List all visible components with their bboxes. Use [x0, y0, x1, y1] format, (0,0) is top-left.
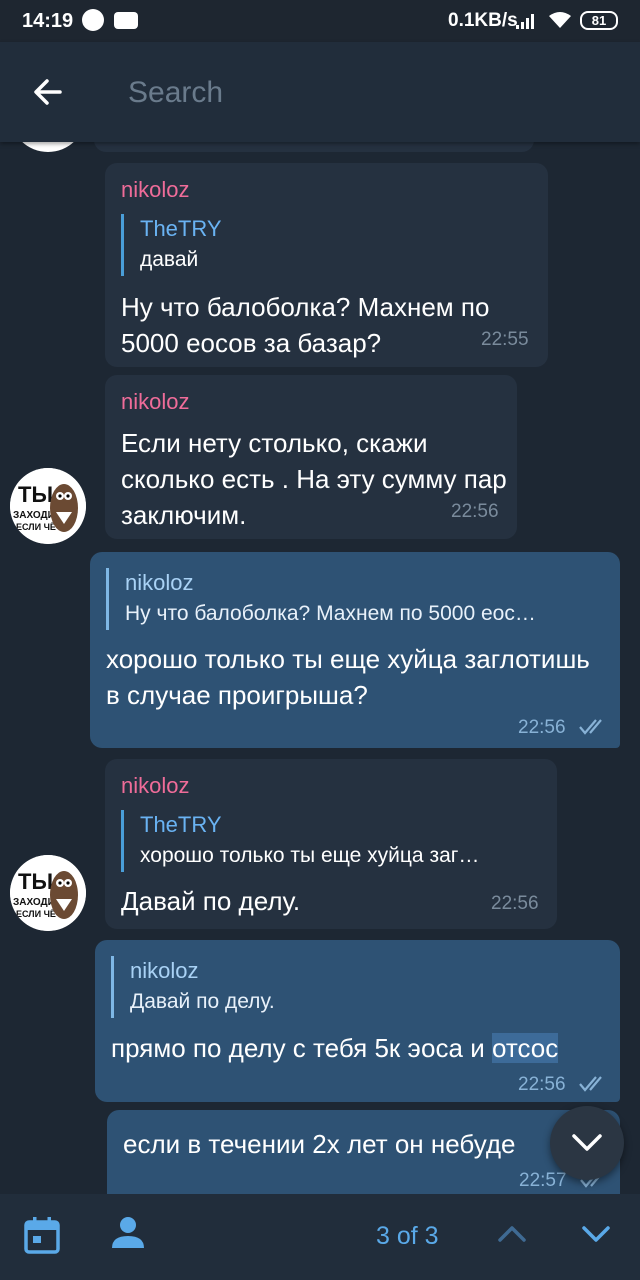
message-bubble-outgoing[interactable]: nikoloz Ну что балоболка? Махнем по 5000… [90, 552, 620, 748]
reply-quote[interactable]: TheTRY давай [121, 214, 521, 276]
svg-text:ЗАХОДИ: ЗАХОДИ [13, 897, 55, 908]
avatar[interactable] [10, 142, 86, 152]
message-bubble[interactable]: nikoloz Если нету столько, скажи сколько… [105, 375, 517, 539]
read-checks-icon [579, 1076, 602, 1092]
sender-avatar[interactable]: ТЫ ЗАХОДИ ЕСЛИ ЧЁ [10, 468, 86, 544]
message-text-part: прямо по делу с тебя 5к эоса и [111, 1033, 492, 1063]
message-time: 22:56 [518, 717, 566, 738]
chat-area[interactable]: nikoloz TheTRY давай Ну что балоболка? М… [0, 142, 640, 1194]
reply-text: Давай по делу. [130, 990, 275, 1013]
search-header [0, 42, 640, 142]
search-highlight: отсос [491, 1033, 559, 1063]
signal-icon [516, 14, 534, 29]
avatar-sticker-image: ТЫ ЗАХОДИ ЕСЛИ ЧЁ [10, 855, 86, 931]
svg-text:ЕСЛИ ЧЁ: ЕСЛИ ЧЁ [16, 909, 56, 919]
status-bar: 14:19 0.1KB/s 81 [0, 0, 640, 42]
reply-text: Ну что балоболка? Махнем по 5000 еос… [125, 602, 536, 625]
read-checks-icon [579, 719, 602, 735]
youtube-notification-icon [114, 12, 138, 29]
message-bubble-outgoing[interactable]: nikoloz Давай по делу. прямо по делу с т… [95, 940, 620, 1102]
sender-name[interactable]: nikoloz [121, 389, 189, 415]
message-time: 22:56 [518, 1074, 566, 1095]
message-time: 22:56 [451, 501, 499, 522]
reply-sender-name: nikoloz [130, 958, 199, 983]
message-text: Давай по делу. [121, 886, 301, 916]
user-icon[interactable] [110, 1214, 146, 1250]
reply-quote[interactable]: nikoloz Давай по делу. [111, 956, 601, 1018]
message-time: 22:57 [519, 1170, 567, 1191]
chevron-up-icon[interactable] [496, 1220, 528, 1248]
svg-text:ЗАХОДИ: ЗАХОДИ [13, 510, 55, 521]
reply-quote[interactable]: nikoloz Ну что балоболка? Махнем по 5000… [106, 568, 606, 630]
message-text: Ну что балоболка? Махнем по 5000 еосов з… [121, 292, 490, 358]
svg-text:ТЫ: ТЫ [18, 482, 53, 507]
message-bubble-partial[interactable] [94, 142, 534, 152]
message-text: если в течении 2х лет он небуде [123, 1129, 516, 1159]
reply-text: давай [140, 248, 199, 271]
avatar-sticker-image: ТЫ ЗАХОДИ ЕСЛИ ЧЁ [10, 468, 86, 544]
sender-name[interactable]: nikoloz [121, 177, 189, 203]
svg-text:ЕСЛИ ЧЁ: ЕСЛИ ЧЁ [16, 522, 56, 532]
message-bubble[interactable]: nikoloz TheTRY хорошо только ты еще хуйц… [105, 759, 557, 929]
message-time: 22:55 [481, 329, 529, 350]
battery-indicator: 81 [580, 11, 618, 30]
message-text: прямо по делу с тебя 5к эоса и отсос [111, 1030, 611, 1066]
sender-avatar[interactable]: ТЫ ЗАХОДИ ЕСЛИ ЧЁ [10, 855, 86, 931]
chevron-down-icon [572, 1134, 602, 1151]
back-arrow-icon[interactable] [30, 74, 66, 110]
status-time: 14:19 [22, 10, 74, 32]
message-text: хорошо только ты еще хуйца заглотишь в с… [106, 644, 590, 710]
reply-sender-name: TheTRY [140, 812, 222, 837]
sender-name[interactable]: nikoloz [121, 773, 189, 799]
reply-text: хорошо только ты еще хуйца заг… [140, 844, 480, 867]
message-time: 22:56 [491, 893, 539, 914]
network-speed: 0.1KB/s [448, 10, 518, 31]
chevron-down-icon[interactable] [580, 1220, 612, 1248]
search-navigation-bar: 3 of 3 [0, 1194, 640, 1280]
telegram-notification-icon [82, 9, 104, 31]
calendar-icon[interactable] [24, 1216, 60, 1254]
wifi-icon [549, 12, 571, 28]
scroll-down-button[interactable] [550, 1106, 624, 1180]
reply-sender-name: TheTRY [140, 216, 222, 241]
message-bubble[interactable]: nikoloz TheTRY давай Ну что балоболка? М… [105, 163, 548, 367]
svg-text:ТЫ: ТЫ [18, 869, 53, 894]
reply-sender-name: nikoloz [125, 570, 194, 595]
reply-quote[interactable]: TheTRY хорошо только ты еще хуйца заг… [121, 810, 541, 872]
search-input[interactable] [128, 68, 608, 118]
message-bubble-outgoing[interactable]: если в течении 2х лет он небуде 22:57 [107, 1110, 620, 1194]
search-result-count: 3 of 3 [376, 1222, 439, 1250]
